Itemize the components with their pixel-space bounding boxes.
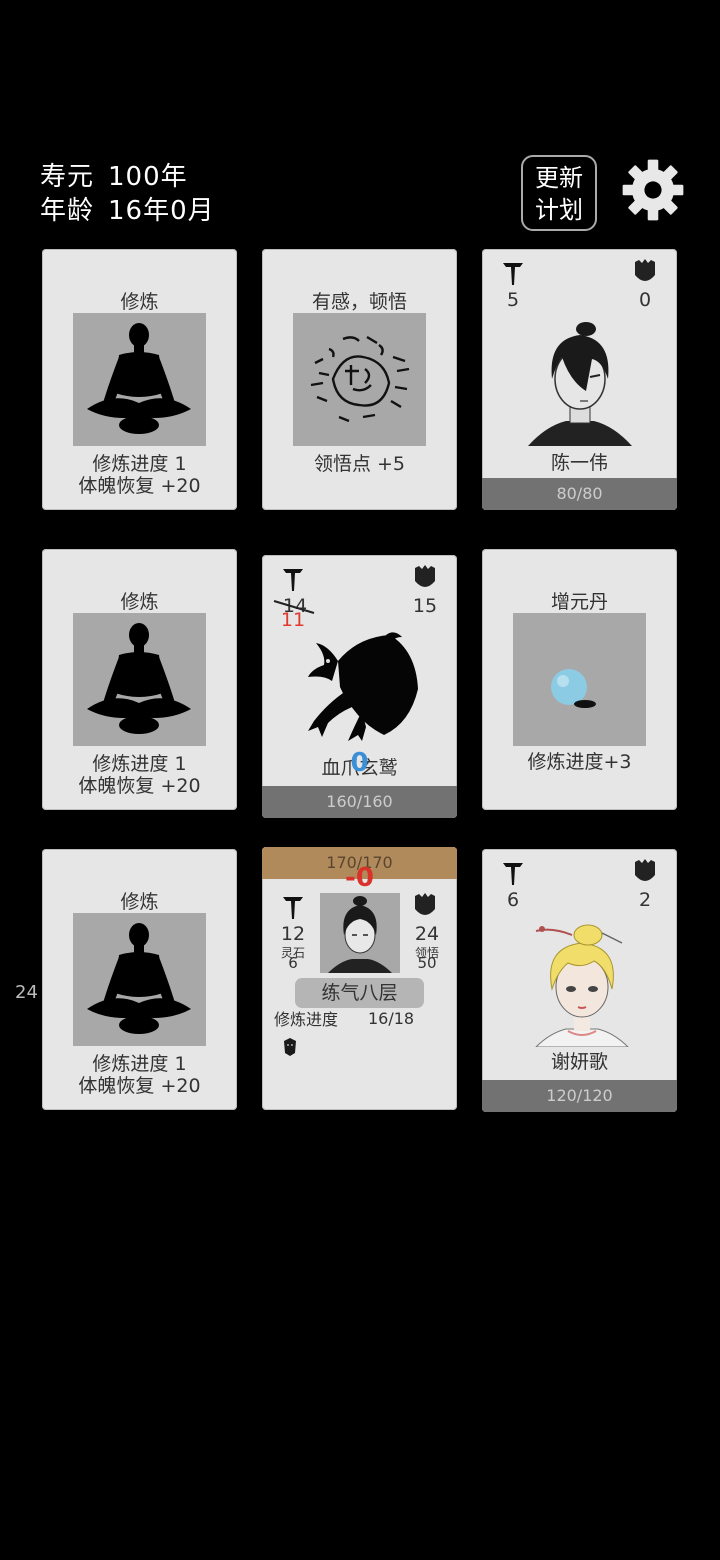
card-title: 有感，顿悟 xyxy=(311,291,407,313)
character-portrait xyxy=(535,924,629,1047)
card-cultivate-3[interactable]: 修炼 修炼进度 1 体魄恢复 +20 xyxy=(42,849,237,1110)
monster-mini-icon xyxy=(284,1038,296,1056)
card-line-1: 修炼进度+3 xyxy=(527,751,632,773)
card-player[interactable]: 170/170 -0 12 灵石 6 24 领悟 50 练气八层 修炼进度 16… xyxy=(262,847,457,1110)
insight-value: 50 xyxy=(417,954,437,972)
card-cultivate-1[interactable]: 修炼 修炼进度 1 体魄恢复 +20 xyxy=(42,249,237,510)
gear-icon[interactable] xyxy=(620,157,686,223)
plan-button-line2: 计划 xyxy=(535,196,583,224)
card-line-2: 体魄恢复 +20 xyxy=(78,1075,201,1097)
defense-value: 2 xyxy=(638,889,652,911)
attack-value: 5 xyxy=(506,289,520,311)
card-title: 修炼 xyxy=(120,591,159,613)
card-title: 修炼 xyxy=(120,891,159,913)
hp-bar: 80/80 xyxy=(482,478,677,510)
plan-button-line1: 更新 xyxy=(535,164,583,192)
meditation-icon xyxy=(73,313,206,446)
hp-bar: 120/120 xyxy=(482,1080,677,1112)
card-item-pill[interactable]: 增元丹 修炼进度+3 xyxy=(482,549,677,810)
shield-icon xyxy=(635,859,655,881)
defense-value: 24 xyxy=(414,923,440,945)
defense-value: 0 xyxy=(638,289,652,311)
card-line-2: 体魄恢复 +20 xyxy=(78,475,201,497)
attack-value: 12 xyxy=(280,923,306,945)
shield-icon xyxy=(635,259,655,281)
attack-new-value: 11 xyxy=(280,609,306,631)
damage-popup: -0 xyxy=(345,863,374,893)
shield-icon xyxy=(415,565,435,587)
progress-label: 修炼进度 xyxy=(274,1010,339,1029)
card-line-1: 领悟点 +5 xyxy=(313,453,406,475)
meditation-icon xyxy=(73,913,206,1046)
sword-icon xyxy=(503,263,523,285)
card-line-2: 体魄恢复 +20 xyxy=(78,775,201,797)
card-cultivate-2[interactable]: 修炼 修炼进度 1 体魄恢复 +20 xyxy=(42,549,237,810)
sword-icon xyxy=(283,897,303,919)
spirit-stone-value: 6 xyxy=(288,954,298,972)
age-label: 年龄 xyxy=(40,196,95,226)
character-name: 谢妍歌 xyxy=(550,1051,608,1073)
sword-icon xyxy=(503,863,523,885)
side-counter: 24 xyxy=(15,982,38,1003)
card-insight[interactable]: 有感，顿悟 领悟点 +5 xyxy=(262,249,457,510)
shield-icon xyxy=(415,893,435,915)
sword-icon xyxy=(283,569,303,591)
insight-characters-icon xyxy=(293,313,426,446)
player-portrait xyxy=(320,893,400,973)
lifespan-display: 寿元 100年 xyxy=(40,156,188,193)
card-character-chen[interactable]: 5 0 陈一伟 80/80 xyxy=(482,249,677,510)
lifespan-value: 100年 xyxy=(108,162,188,192)
card-title: 增元丹 xyxy=(550,591,608,613)
age-display: 年龄 16年0月 xyxy=(40,190,215,227)
lifespan-label: 寿元 xyxy=(40,162,95,192)
character-portrait xyxy=(528,322,632,446)
meditation-icon xyxy=(73,613,206,746)
card-monster[interactable]: 14 11 15 血爪玄鹫 0 160/160 xyxy=(262,555,457,818)
character-name: 陈一伟 xyxy=(550,452,608,474)
defense-value: 15 xyxy=(412,595,438,617)
attack-value: 6 xyxy=(506,889,520,911)
card-title: 修炼 xyxy=(120,291,159,313)
hp-bar: 160/160 xyxy=(262,786,457,818)
progress-value: 16/18 xyxy=(368,1009,415,1028)
card-character-xie[interactable]: 6 2 谢妍歌 120/120 xyxy=(482,849,677,1112)
damage-popup: 0 xyxy=(350,748,369,778)
update-plan-button[interactable]: 更新 计划 xyxy=(521,155,597,231)
age-value: 16年0月 xyxy=(108,196,215,226)
pill-icon xyxy=(513,613,646,746)
monster-icon xyxy=(308,632,418,741)
realm-badge: 练气八层 xyxy=(295,978,424,1008)
